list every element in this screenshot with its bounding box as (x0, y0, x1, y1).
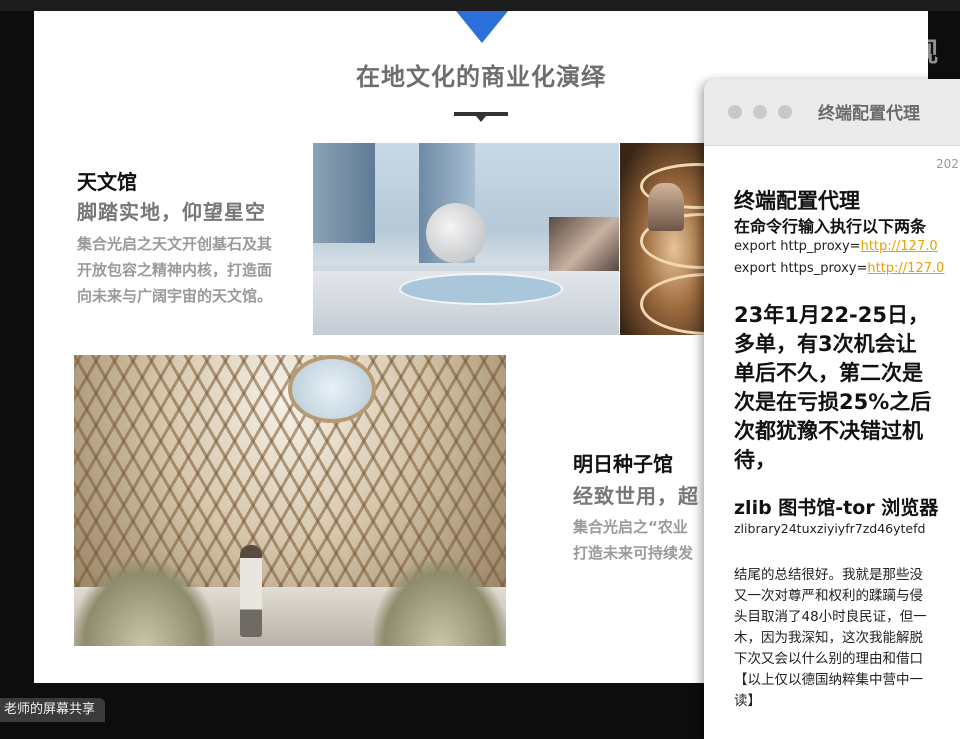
seed-pavilion-photo (74, 355, 506, 646)
paragraph-line: 待， (734, 448, 776, 472)
terminal-proxy-note-window[interactable]: 终端配置代理 202 终端配置代理 在命令行输入执行以下两条 export ht… (704, 79, 960, 739)
paragraph-line: 头目取消了48小时良民证，但一 (734, 609, 927, 625)
proxy-command-https: export https_proxy=http://127.0 (734, 261, 944, 276)
paragraph-line: 结尾的总结很好。我就是那些没 (734, 567, 923, 583)
command-prefix: export http_proxy= (734, 239, 861, 254)
photo-visitor (240, 545, 262, 637)
photo-person (648, 183, 684, 231)
note-date: 202 (936, 157, 959, 171)
onion-address: zlibrary24tuxziyiyfr7zd46ytefd (734, 521, 926, 536)
paragraph-line: 读】 (734, 693, 761, 709)
paragraph-line: 木，因为我深知，这次我能解脱 (734, 630, 923, 646)
photo-grass (74, 561, 214, 646)
paragraph-line: 下次又会以什么别的理由和借口 (734, 651, 923, 667)
corridor-photo (620, 143, 710, 335)
section-subheading-planetarium: 脚踏实地，仰望星空 (77, 200, 266, 224)
zoom-window-button[interactable] (778, 105, 792, 119)
body-line: 向未来与广阔宇宙的天文馆。 (77, 287, 273, 305)
paragraph-line: 次是在亏损25%之后 (734, 390, 932, 414)
slide-top-marker (456, 11, 508, 43)
section-subheading-seed-pavilion: 经致世用，超 (573, 484, 699, 508)
paragraph-line: 又一次对尊严和权利的蹂躏与侵 (734, 588, 923, 604)
top-bar (0, 0, 960, 11)
proxy-command-http: export http_proxy=http://127.0 (734, 239, 938, 254)
planetarium-photo (313, 143, 619, 335)
close-window-button[interactable] (728, 105, 742, 119)
note-heading: 终端配置代理 (734, 189, 860, 213)
paragraph-line: 单后不久，第二次是 (734, 361, 923, 385)
photo-ring (640, 273, 710, 335)
body-line: 开放包容之精神内核，打造面 (77, 261, 273, 279)
watermark-text: 微博视 (860, 38, 939, 68)
zlib-heading: zlib 图书馆-tor 浏览器 (734, 497, 939, 519)
watermark-logo-icon (818, 30, 854, 66)
minimize-window-button[interactable] (753, 105, 767, 119)
section-body-planetarium: 集合光启之天文开创基石及其 开放包容之精神内核，打造面 向未来与广阔宇宙的天文馆… (77, 231, 317, 309)
window-titlebar[interactable]: 终端配置代理 (704, 79, 960, 146)
dome-oculus (288, 355, 376, 423)
proxy-url-link[interactable]: http://127.0 (861, 239, 938, 254)
title-divider-arrow-icon (476, 116, 486, 122)
body-line: 集合光启之天文开创基石及其 (77, 235, 273, 253)
section-heading-planetarium: 天文馆 (77, 170, 137, 194)
photo-tower (313, 143, 375, 243)
photo-grass (374, 561, 506, 646)
note-subheading: 在命令行输入执行以下两条 (734, 217, 927, 236)
moon-sculpture (426, 203, 486, 263)
window-title: 终端配置代理 (818, 104, 920, 124)
command-prefix: export https_proxy= (734, 261, 868, 276)
photo-pool (399, 273, 563, 305)
screen-share-label: 老师的屏幕共享 (0, 698, 106, 722)
quote-paragraph: 结尾的总结很好。我就是那些没 又一次对尊严和权利的蹂躏与侵 头目取消了48小时良… (734, 565, 927, 712)
trading-paragraph: 23年1月22-25日， 多单，有3次机会让 单后不久，第二次是 次是在亏损25… (734, 301, 931, 475)
section-heading-seed-pavilion: 明日种子馆 (573, 452, 673, 476)
paragraph-line: 【以上仅以德国纳粹集中营中一 (734, 672, 923, 688)
paragraph-line: 多单，有3次机会让 (734, 332, 917, 356)
paragraph-line: 23年1月22-25日， (734, 303, 929, 327)
proxy-url-link[interactable]: http://127.0 (867, 261, 944, 276)
paragraph-line: 次都犹豫不决错过机 (734, 419, 923, 443)
